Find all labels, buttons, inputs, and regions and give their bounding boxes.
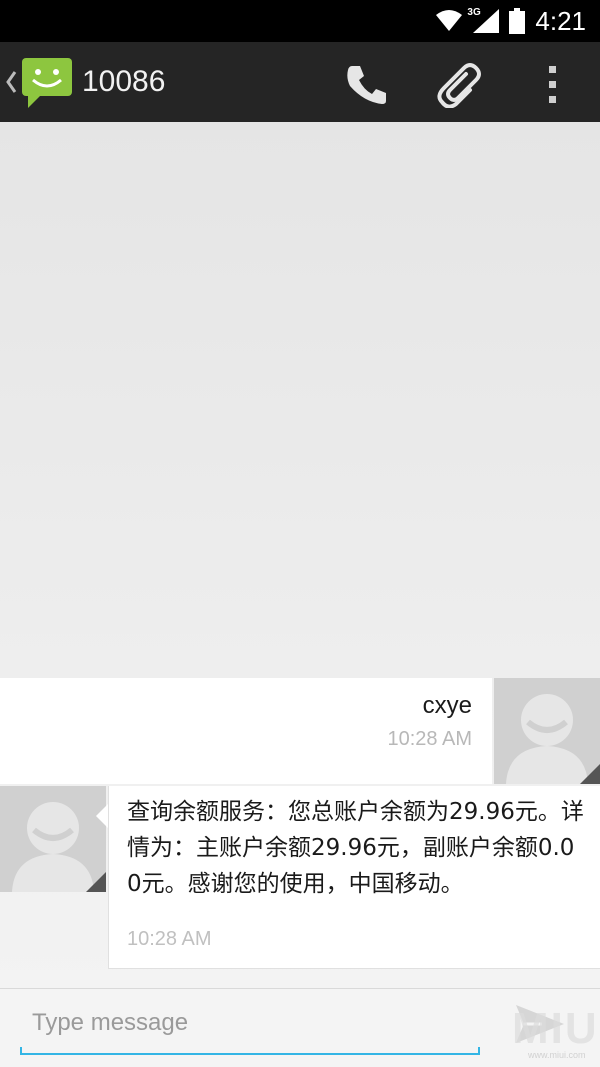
- status-bar: 3G 4:21: [0, 0, 600, 42]
- default-avatar-icon: [494, 678, 600, 784]
- watermark-url: www.miui.com: [528, 1050, 586, 1060]
- message-text: cxye: [422, 692, 472, 719]
- messaging-app-icon[interactable]: [20, 56, 74, 110]
- watermark: MIUI: [512, 1004, 600, 1053]
- avatar[interactable]: [0, 786, 106, 892]
- message-input[interactable]: [20, 1003, 480, 1043]
- input-underline: [20, 1047, 480, 1055]
- phone-icon[interactable]: [342, 60, 390, 108]
- paperclip-icon[interactable]: [436, 60, 484, 108]
- compose-bar: [0, 988, 600, 1067]
- network-type-label: 3G: [467, 7, 481, 18]
- conversation-title: 10086: [82, 65, 166, 98]
- action-bar: 10086: [0, 42, 600, 122]
- message-thread[interactable]: cxye 10:28 AM 查询余额服务：您总账户余额为29.96元。详情为：主…: [0, 122, 600, 988]
- overflow-menu-icon[interactable]: [528, 60, 576, 108]
- message-bubble-outgoing[interactable]: cxye 10:28 AM: [0, 678, 492, 784]
- status-time: 4:21: [535, 5, 586, 36]
- message-bubble-incoming[interactable]: 查询余额服务：您总账户余额为29.96元。详情为：主账户余额29.96元，副账户…: [108, 786, 600, 969]
- battery-icon: [509, 8, 526, 34]
- message-incoming[interactable]: 查询余额服务：您总账户余额为29.96元。详情为：主账户余额29.96元，副账户…: [0, 784, 600, 970]
- message-time: 10:28 AM: [387, 728, 472, 750]
- message-outgoing[interactable]: cxye 10:28 AM: [0, 678, 600, 784]
- message-time: 10:28 AM: [127, 928, 212, 950]
- bubble-pointer: [96, 804, 108, 828]
- back-chevron-icon[interactable]: [4, 66, 18, 98]
- status-icons: 3G 4:21: [435, 0, 586, 42]
- wifi-icon: [436, 10, 463, 31]
- avatar[interactable]: [494, 678, 600, 784]
- default-avatar-icon: [0, 786, 106, 892]
- signal-icon: 3G: [467, 7, 500, 33]
- message-text: 查询余额服务：您总账户余额为29.96元。详情为：主账户余额29.96元，副账户…: [127, 799, 584, 897]
